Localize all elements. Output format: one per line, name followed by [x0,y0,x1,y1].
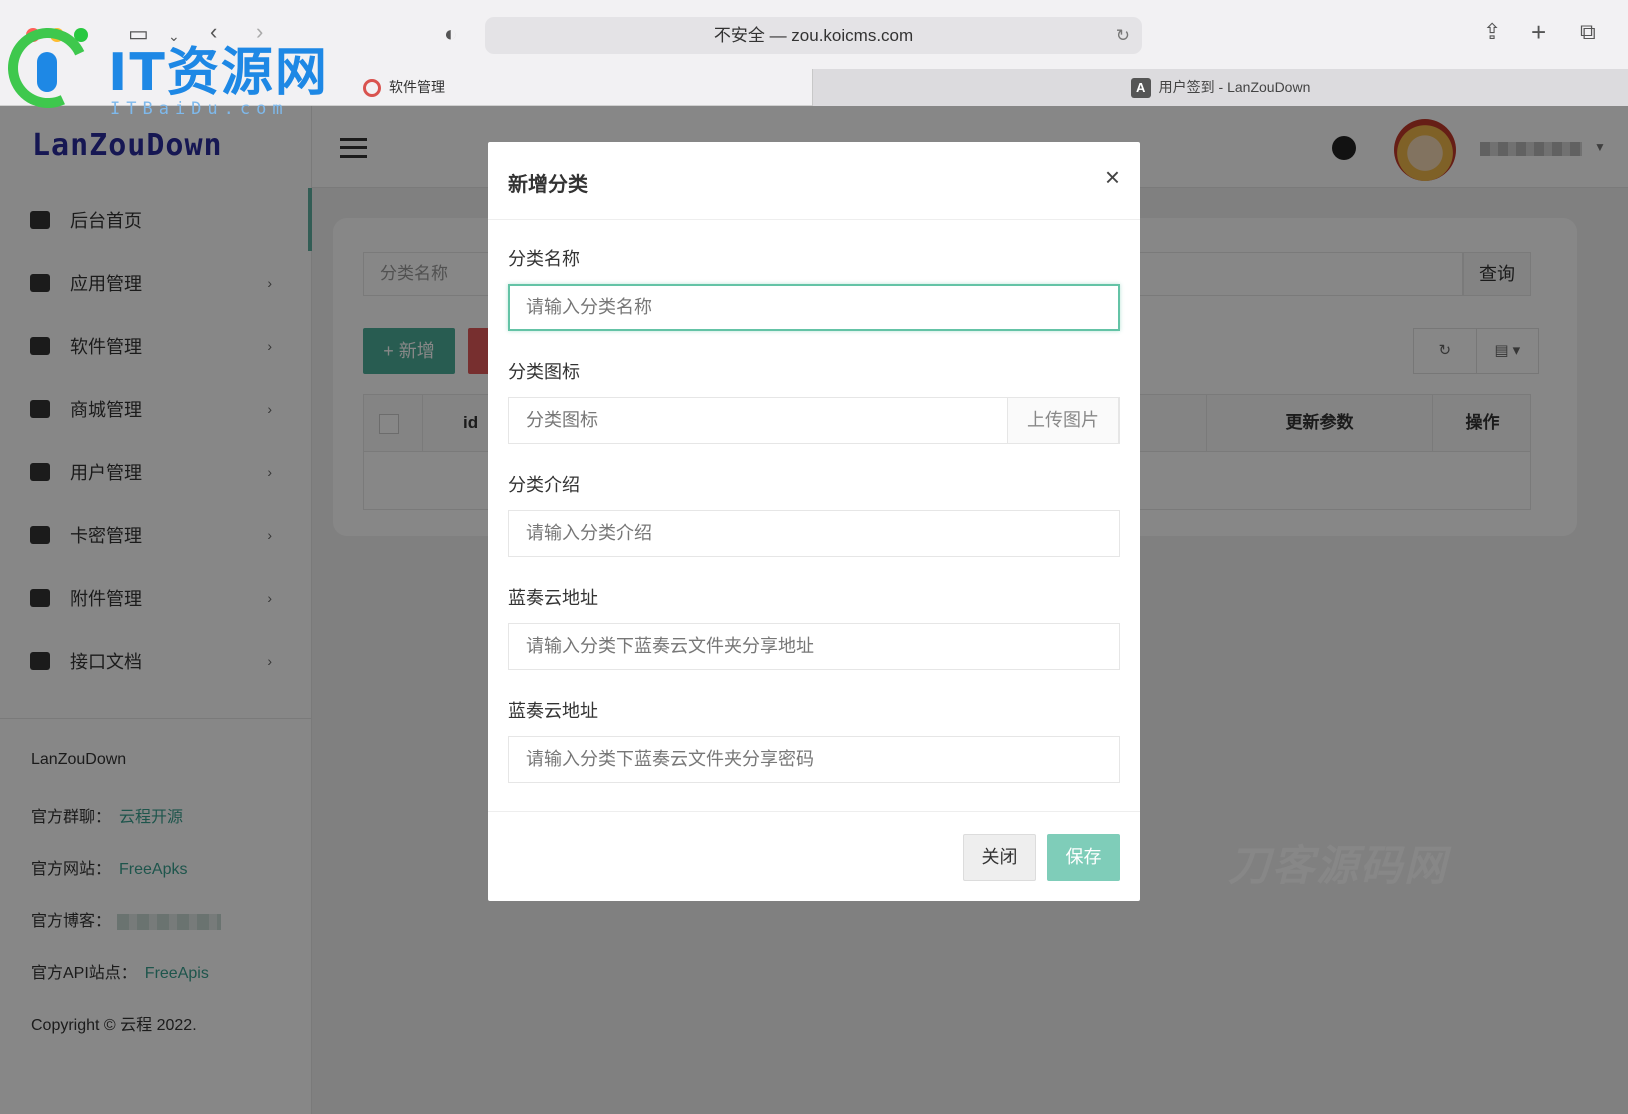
tab-label: 软件管理 [389,79,445,95]
close-button[interactable]: 关闭 [963,834,1036,881]
dialog-header: 新增分类 × [488,142,1140,220]
new-tab-icon[interactable]: + [1531,19,1546,45]
shield-icon[interactable]: ◐ [444,22,457,46]
tab-label: 用户签到 - LanZouDown [1158,79,1311,95]
dialog-title: 新增分类 [508,174,588,196]
upload-image-button[interactable]: 上传图片 [1007,397,1119,444]
watermark-subtitle: ITBaiDu.com [110,99,289,119]
reload-icon[interactable]: ↻ [1116,17,1130,54]
field-label-category-intro: 分类介绍 [508,475,580,495]
close-icon[interactable]: × [1105,164,1120,190]
field-label-lanzou-password: 蓝奏云地址 [508,701,598,721]
category-name-input[interactable]: 请输入分类名称 [508,284,1120,331]
category-intro-input[interactable]: 请输入分类介绍 [508,510,1120,557]
tab-user-signin[interactable]: A 用户签到 - LanZouDown [812,69,1628,106]
site-favicon-icon [363,79,381,98]
dialog-body: 分类名称 请输入分类名称 分类图标 分类图标 上传图片 分类介绍 请输入分类介绍… [488,220,1140,783]
address-text: 不安全 — zou.koicms.com [713,26,914,45]
tab-software[interactable]: 软件管理 [355,70,810,104]
field-label-category-icon: 分类图标 [508,362,580,382]
watermark-title: IT资源网 [108,43,329,103]
tab-overview-icon[interactable]: ⧉ [1580,20,1596,44]
save-button[interactable]: 保存 [1047,834,1120,881]
background-watermark: 刀客源码网 [1228,841,1449,890]
field-label-category-name: 分类名称 [508,249,580,269]
dialog-footer: 关闭 保存 [488,811,1140,901]
watermark-logo: IT资源网 ITBaiDu.com [0,16,344,120]
address-bar[interactable]: 不安全 — zou.koicms.com ↻ [485,17,1142,54]
share-icon[interactable]: ⇪ [1483,20,1501,44]
category-icon-input[interactable]: 分类图标 上传图片 [508,397,1120,444]
app-favicon-icon: A [1130,78,1151,99]
lanzou-password-input[interactable]: 请输入分类下蓝奏云文件夹分享密码 [508,736,1120,783]
field-label-lanzou-url: 蓝奏云地址 [508,588,598,608]
add-category-dialog: 新增分类 × 分类名称 请输入分类名称 分类图标 分类图标 上传图片 分类介绍 … [488,142,1140,901]
category-icon-placeholder: 分类图标 [526,410,598,430]
watermark-dot-icon [37,52,57,92]
lanzou-url-input[interactable]: 请输入分类下蓝奏云文件夹分享地址 [508,623,1120,670]
